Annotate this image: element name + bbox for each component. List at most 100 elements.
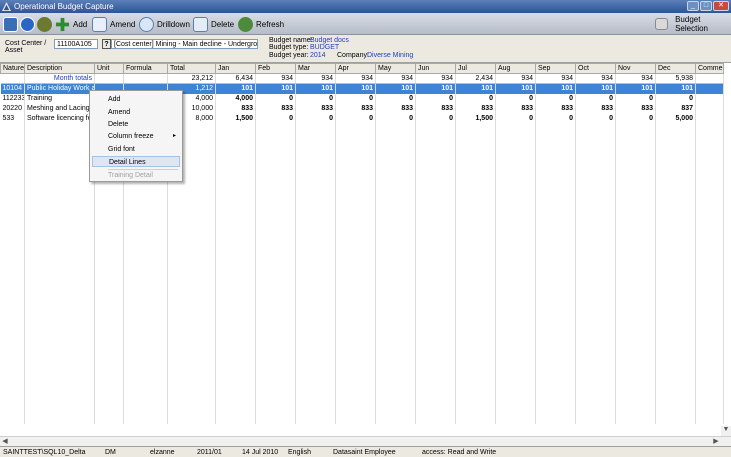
empty-cell xyxy=(575,273,616,284)
description-cell: Training xyxy=(24,93,95,104)
empty-cell xyxy=(123,353,168,364)
record-button[interactable] xyxy=(37,16,52,32)
empty-cell xyxy=(215,293,256,304)
empty-cell xyxy=(94,323,124,334)
minimize-button[interactable]: _ xyxy=(687,1,699,11)
empty-cell xyxy=(215,163,256,174)
empty-cell xyxy=(335,153,376,164)
column-header-jan[interactable]: Jan xyxy=(215,63,256,74)
amend-button[interactable]: Amend xyxy=(92,16,135,32)
windows-button[interactable] xyxy=(3,16,18,32)
scroll-left-arrow[interactable]: ◀ xyxy=(0,438,10,446)
empty-cell xyxy=(335,393,376,404)
column-header-may[interactable]: May xyxy=(375,63,416,74)
column-header-dec[interactable]: Dec xyxy=(655,63,696,74)
month-cell: 0 xyxy=(615,113,656,124)
empty-cell xyxy=(94,383,124,394)
column-header-formula[interactable]: Formula xyxy=(123,63,168,74)
month-totals-label: Month totals xyxy=(24,73,95,84)
empty-cell xyxy=(455,413,496,424)
empty-cell xyxy=(123,303,168,314)
empty-cell xyxy=(335,273,376,284)
empty-cell xyxy=(167,363,216,374)
empty-cell xyxy=(0,383,25,394)
empty-cell xyxy=(535,293,576,304)
empty-cell xyxy=(415,263,456,274)
empty-cell xyxy=(335,313,376,324)
empty-cell xyxy=(24,323,95,334)
empty-cell xyxy=(335,283,376,294)
column-header-jul[interactable]: Jul xyxy=(455,63,496,74)
empty-cell xyxy=(655,383,696,394)
empty-cell xyxy=(375,183,416,194)
empty-cell xyxy=(575,303,616,314)
refresh-button[interactable]: Refresh xyxy=(238,16,284,32)
empty-cell xyxy=(24,383,95,394)
empty-cell xyxy=(295,173,336,184)
scroll-right-arrow[interactable]: ▶ xyxy=(711,438,721,446)
empty-cell xyxy=(415,243,456,254)
column-header-feb[interactable]: Feb xyxy=(255,63,296,74)
column-header-jun[interactable]: Jun xyxy=(415,63,456,74)
empty-cell xyxy=(295,313,336,324)
empty-cell xyxy=(335,353,376,364)
empty-cell xyxy=(215,193,256,204)
column-header-mar[interactable]: Mar xyxy=(295,63,336,74)
delete-button[interactable]: Delete xyxy=(193,16,234,32)
menu-item-add[interactable]: Add xyxy=(92,94,180,105)
empty-cell xyxy=(255,193,296,204)
column-header-unit[interactable]: Unit xyxy=(94,63,124,74)
column-header-description[interactable]: Description xyxy=(24,63,95,74)
empty-cell xyxy=(615,343,656,354)
empty-cell xyxy=(215,313,256,324)
cost-center-input[interactable]: 11100A105 xyxy=(54,39,98,49)
empty-cell xyxy=(215,183,256,194)
cost-center-lookup-button[interactable]: ? xyxy=(102,39,111,49)
column-header-aug[interactable]: Aug xyxy=(495,63,536,74)
menu-item-amend[interactable]: Amend xyxy=(92,107,180,118)
scroll-down-arrow[interactable]: ▼ xyxy=(721,426,731,436)
empty-cell xyxy=(215,363,256,374)
empty-cell xyxy=(0,373,25,384)
month-cell: 101 xyxy=(335,83,376,94)
add-button[interactable]: Add xyxy=(55,16,87,32)
cost-center-label: Cost Center / xyxy=(5,40,47,47)
column-header-sep[interactable]: Sep xyxy=(535,63,576,74)
empty-cell xyxy=(575,313,616,324)
menu-item-grid-font[interactable]: Grid font xyxy=(92,144,180,155)
close-button[interactable]: ✕ xyxy=(713,1,729,11)
drilldown-button[interactable]: Drilldown xyxy=(139,16,190,32)
column-header-nature[interactable]: Nature xyxy=(0,63,25,74)
window-title: Operational Budget Capture xyxy=(14,2,114,11)
empty-cell xyxy=(575,153,616,164)
empty-cell xyxy=(94,303,124,314)
month-cell: 101 xyxy=(455,83,496,94)
maximize-button[interactable]: □ xyxy=(700,1,712,11)
column-header-nov[interactable]: Nov xyxy=(615,63,656,74)
empty-cell xyxy=(535,323,576,334)
column-header-oct[interactable]: Oct xyxy=(575,63,616,74)
empty-cell xyxy=(24,153,95,164)
empty-cell xyxy=(695,163,724,174)
menu-item-delete[interactable]: Delete xyxy=(92,119,180,130)
menu-item-detail-lines[interactable]: Detail Lines xyxy=(92,156,180,167)
budget-selection-button[interactable]: Budget Selection xyxy=(655,15,731,33)
empty-cell xyxy=(375,413,416,424)
empty-cell xyxy=(575,193,616,204)
empty-cell xyxy=(495,273,536,284)
month-cell: 101 xyxy=(375,83,416,94)
empty-cell xyxy=(575,213,616,224)
horizontal-scrollbar[interactable]: ◀ ▶ xyxy=(0,436,731,446)
column-header-comment[interactable]: Comment xyxy=(695,63,724,74)
empty-cell xyxy=(575,133,616,144)
empty-cell xyxy=(24,243,95,254)
empty-cell xyxy=(495,383,536,394)
menu-item-column-freeze[interactable]: Column freeze ▸ xyxy=(92,131,180,142)
help-button[interactable] xyxy=(20,16,35,32)
month-totals-row: Month totals 23,212 6,434 934 934 934 934 934 2,… xyxy=(0,73,724,84)
column-header-apr[interactable]: Apr xyxy=(335,63,376,74)
month-cell: 0 xyxy=(495,93,536,104)
column-header-total[interactable]: Total xyxy=(167,63,216,74)
month-cell: 0 xyxy=(575,93,616,104)
totals-month-cell: 934 xyxy=(615,73,656,84)
